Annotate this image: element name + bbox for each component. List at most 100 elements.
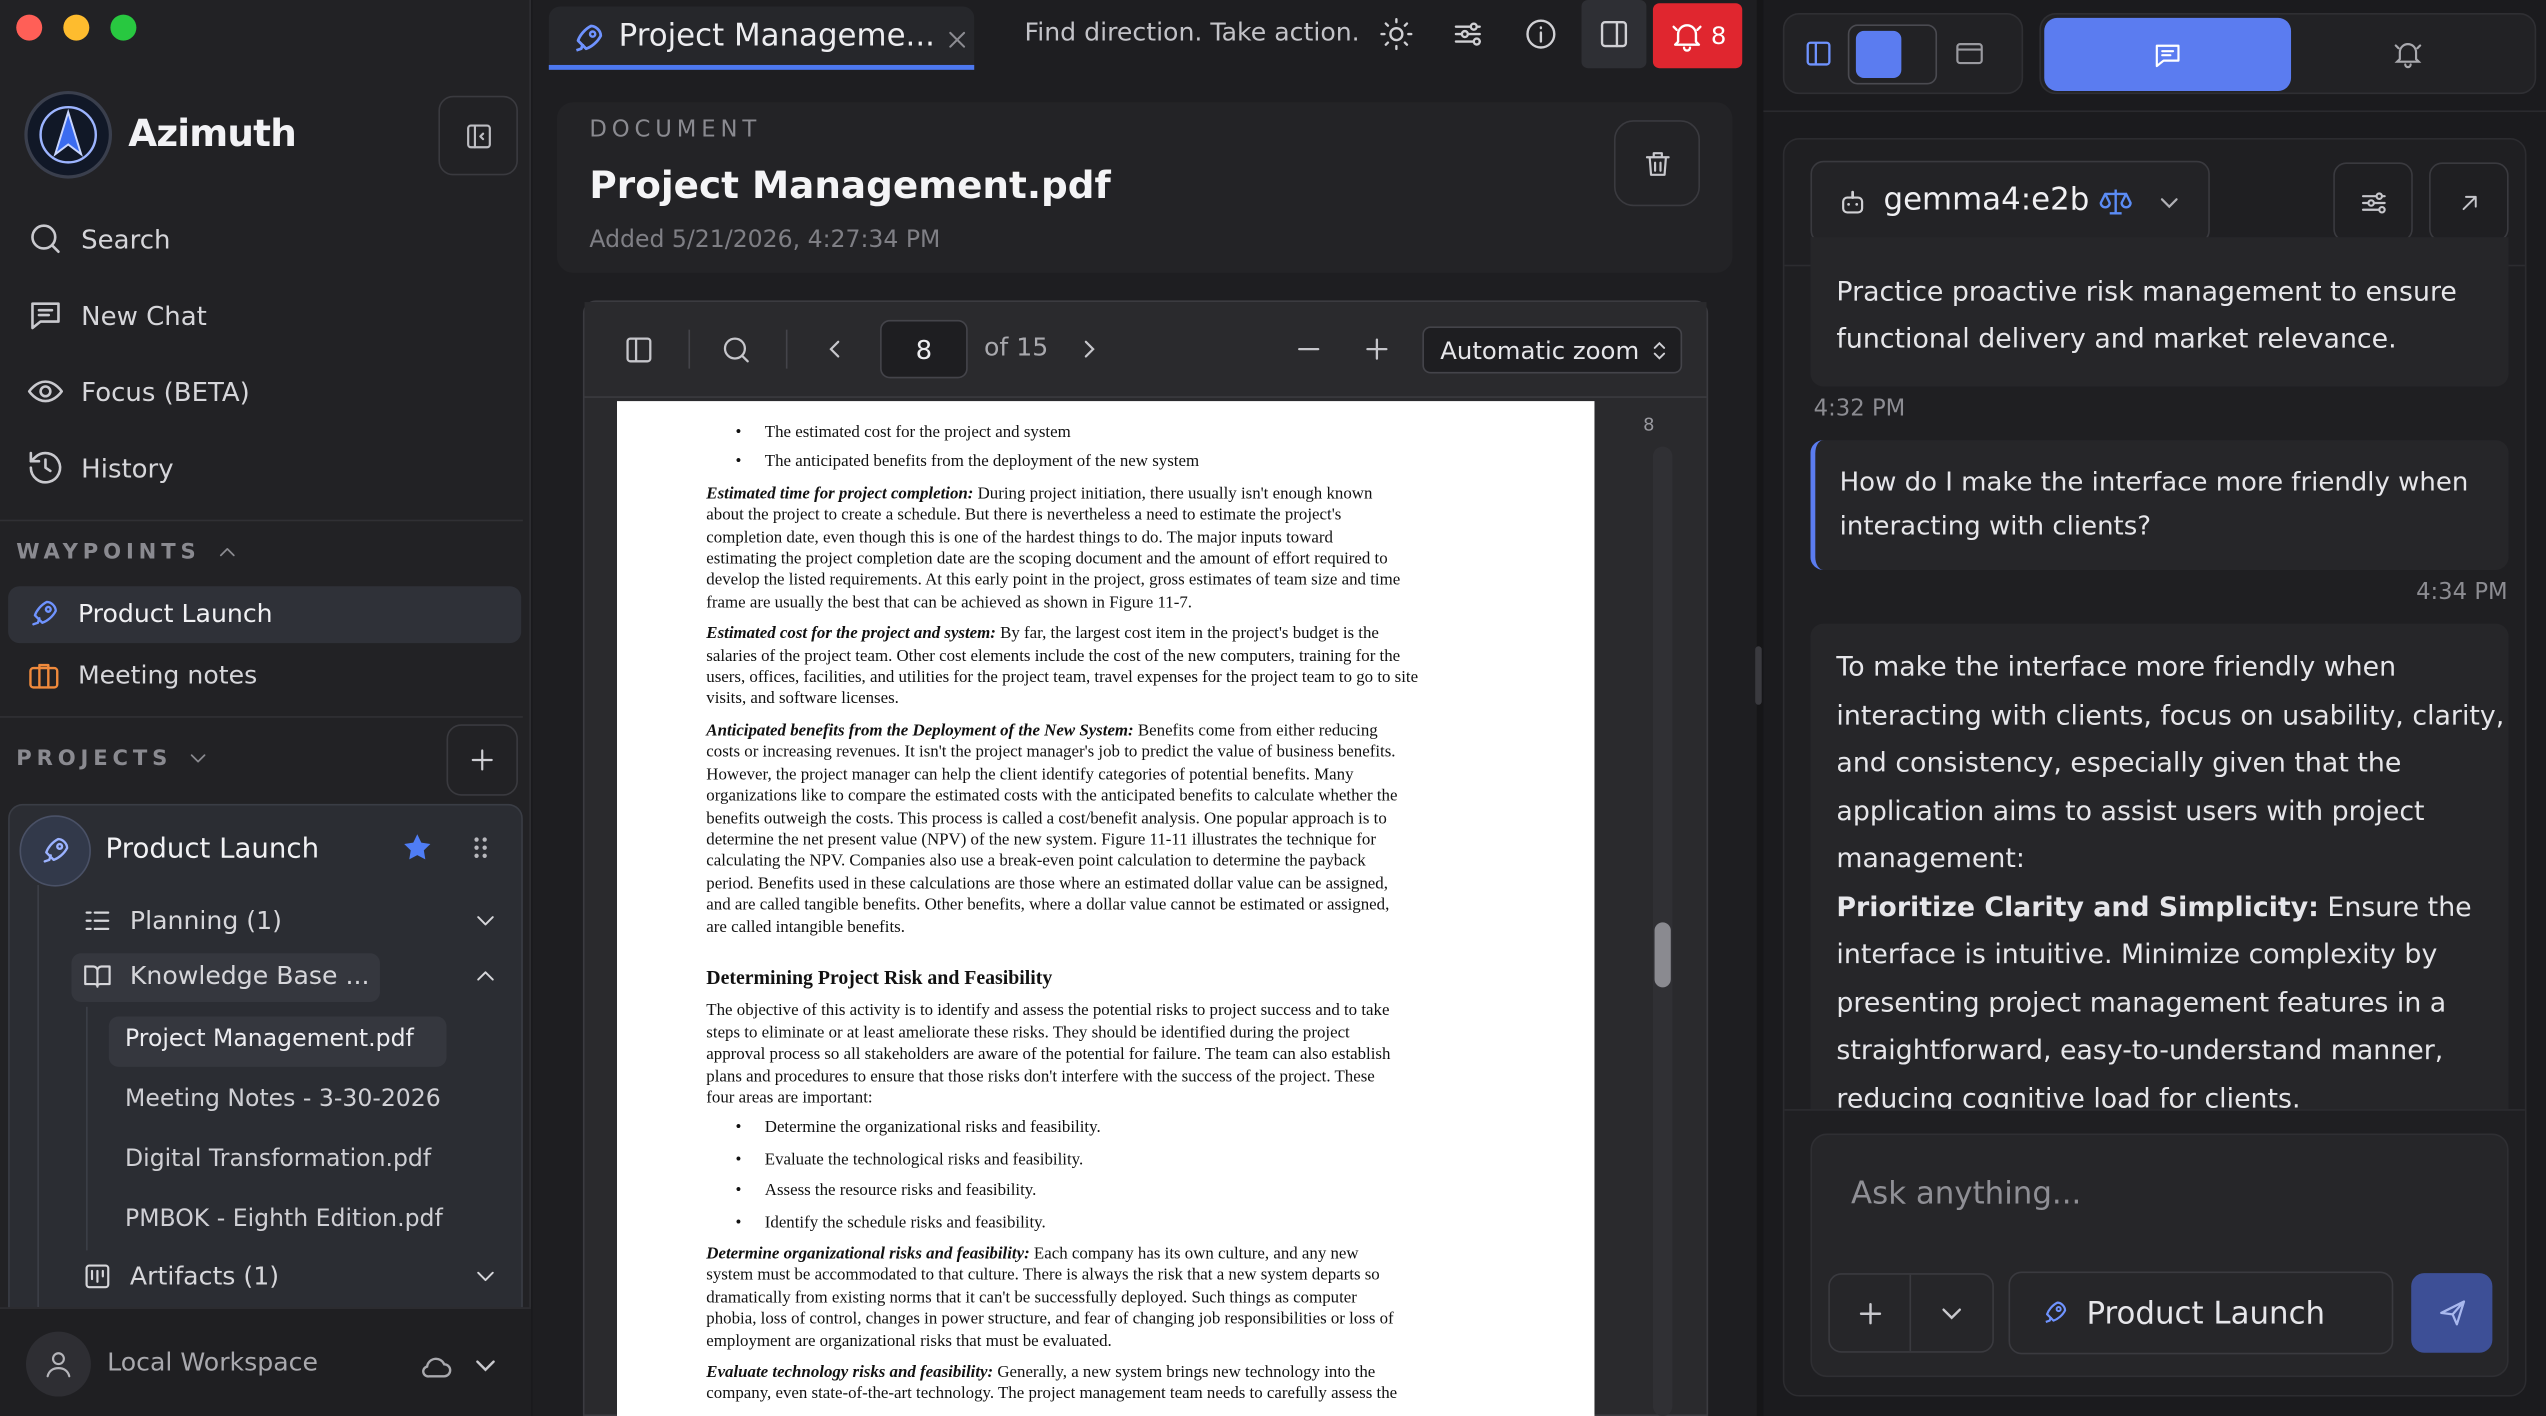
send-button[interactable] xyxy=(2411,1273,2493,1353)
context-selector[interactable]: Product Launch xyxy=(2008,1271,2394,1355)
pdf-line: costs or increasing revenues. It isn't t… xyxy=(706,744,1396,763)
file-item[interactable]: Project Management.pdf xyxy=(125,1026,414,1052)
cloud-icon[interactable] xyxy=(419,1349,455,1385)
maximize-window-button[interactable] xyxy=(110,14,137,41)
waypoints-header[interactable]: WAYPOINTS xyxy=(16,539,239,565)
pdf-line: visits, and software licenses. xyxy=(706,690,899,709)
waypoint-item-meeting-notes[interactable]: Meeting notes xyxy=(26,658,257,694)
toggle-panel-button[interactable] xyxy=(1581,0,1647,69)
document-title: Project Management.pdf xyxy=(589,165,1111,208)
nav-search[interactable]: Search xyxy=(26,219,170,258)
project-name[interactable]: Product Launch xyxy=(106,833,320,865)
star-icon[interactable] xyxy=(399,830,435,866)
chat-input[interactable]: Ask anything... xyxy=(1851,1176,2081,1212)
close-icon[interactable] xyxy=(943,26,971,54)
group-artifacts[interactable]: Artifacts (1) xyxy=(81,1260,500,1292)
chevron-up-icon[interactable] xyxy=(471,961,500,990)
projects-header[interactable]: PROJECTS xyxy=(16,745,211,771)
pdf-line: However, the project manager can help th… xyxy=(706,765,1354,784)
settings-sliders-button[interactable] xyxy=(1435,0,1500,68)
page-number-input[interactable]: 8 xyxy=(880,319,968,379)
add-project-button[interactable] xyxy=(446,724,518,796)
pdf-bullet: The anticipated benefits from the deploy… xyxy=(706,452,1594,474)
nav-history[interactable]: History xyxy=(26,448,174,487)
message-line: and consistency, especially given that t… xyxy=(1836,746,2402,778)
file-item[interactable]: Meeting Notes - 3-30-2026 xyxy=(125,1086,441,1112)
plus-icon[interactable] xyxy=(1854,1297,1886,1329)
nav-new-chat[interactable]: New Chat xyxy=(26,296,207,335)
search-icon xyxy=(31,224,60,254)
tagline: Find direction. Take action. xyxy=(1024,17,1360,48)
document-added: Added 5/21/2026, 4:27:34 PM xyxy=(589,227,941,254)
chat-settings-button[interactable] xyxy=(2333,162,2413,242)
bell-alert-icon[interactable] xyxy=(2392,37,2424,69)
chevron-down-icon[interactable] xyxy=(469,1349,501,1381)
nav-new-chat-label: New Chat xyxy=(81,299,207,331)
theme-toggle-button[interactable] xyxy=(1364,0,1429,68)
previous-page-icon[interactable] xyxy=(820,335,849,364)
send-icon xyxy=(2439,1300,2465,1326)
artifact-icon xyxy=(85,1264,110,1289)
minimize-window-button[interactable] xyxy=(63,14,90,41)
tab-title[interactable]: Project Manageme... xyxy=(619,18,935,54)
search-icon[interactable] xyxy=(719,333,753,367)
close-window-button[interactable] xyxy=(16,14,43,41)
pdf-line: and are called tangible benefits. Other … xyxy=(706,896,1390,915)
drag-handle-icon[interactable] xyxy=(464,831,496,863)
group-label: Artifacts (1) xyxy=(129,1261,280,1292)
panel-left-icon[interactable] xyxy=(1802,37,1834,69)
group-planning[interactable]: Planning (1) xyxy=(81,905,500,937)
scroll-thumb[interactable] xyxy=(1654,922,1671,988)
robot-icon xyxy=(1842,190,1864,214)
chevron-down-icon[interactable] xyxy=(1935,1297,1967,1329)
group-knowledge-base[interactable]: Knowledge Base ... xyxy=(81,960,500,992)
notifications-button[interactable]: 8 xyxy=(1652,3,1743,69)
window-icon[interactable] xyxy=(1953,37,1985,69)
file-item[interactable]: PMBOK - Eighth Edition.pdf xyxy=(125,1207,443,1233)
user-avatar[interactable] xyxy=(25,1331,91,1397)
nav-focus[interactable]: Focus (BETA) xyxy=(26,372,250,411)
sun-icon xyxy=(1380,18,1413,51)
arrow-up-right-icon xyxy=(2461,195,2476,210)
panel-right-icon xyxy=(1600,21,1628,48)
pdf-line: organizations like to compare the estima… xyxy=(706,787,1398,806)
zoom-out-icon[interactable] xyxy=(1292,333,1324,365)
thumbnails-toggle-icon[interactable] xyxy=(622,333,656,367)
pdf-paragraph: Evaluate technology risks and feasibilit… xyxy=(706,1363,1594,1385)
collapse-sidebar-button[interactable] xyxy=(438,95,518,176)
pdf-line: The objective of this activity is to ide… xyxy=(706,1002,1390,1021)
delete-document-button[interactable] xyxy=(1613,120,1701,207)
info-button[interactable] xyxy=(1508,0,1573,68)
pdf-run: During project initiation, there usually… xyxy=(973,485,1373,504)
waypoints-label: WAYPOINTS xyxy=(16,539,201,565)
briefcase-icon xyxy=(29,663,59,689)
zoom-in-icon[interactable] xyxy=(1361,333,1393,365)
waypoint-item-product-launch[interactable]: Product Launch xyxy=(26,596,273,632)
splitter-handle[interactable] xyxy=(1755,646,1762,705)
next-page-icon[interactable] xyxy=(1075,335,1104,364)
pdf-line: phobia, loss of control, changes in powe… xyxy=(706,1310,1394,1329)
history-icon xyxy=(29,451,62,484)
message-time: 4:34 PM xyxy=(2416,579,2508,606)
message-line: interface is intuitive. Minimize complex… xyxy=(1836,938,2438,970)
workspace-label[interactable]: Local Workspace xyxy=(107,1348,318,1377)
message-line: application aims to assist users with pr… xyxy=(1836,795,2425,827)
pdf-run-head: Determine organizational risks and feasi… xyxy=(706,1245,1030,1264)
projects-label: PROJECTS xyxy=(16,746,173,771)
open-external-button[interactable] xyxy=(2429,162,2509,242)
chevron-down-icon xyxy=(2160,198,2178,209)
chevron-down-icon[interactable] xyxy=(471,1262,500,1291)
pdf-line: company, even state-of-the-art technolog… xyxy=(706,1385,1398,1404)
pdf-run: By far, the largest cost item in the pro… xyxy=(995,625,1379,644)
file-item[interactable]: Digital Transformation.pdf xyxy=(125,1146,431,1172)
sliders-icon xyxy=(2361,191,2385,213)
chat-mode-button[interactable] xyxy=(2044,17,2292,91)
pdf-bullet: Assess the resource risks and feasibilit… xyxy=(706,1181,1594,1203)
pdf-line: system must be accommodated to that cult… xyxy=(706,1267,1380,1286)
pdf-bullet: Identify the schedule risks and feasibil… xyxy=(706,1212,1594,1234)
pdf-line: estimating the project completion date a… xyxy=(706,550,1388,569)
chevron-down-icon[interactable] xyxy=(471,906,500,935)
zoom-select[interactable]: Automatic zoom xyxy=(1422,326,1683,374)
chat-icon xyxy=(31,302,60,330)
chat-card: gemma4:e2b Practice proactive risk manag… xyxy=(1782,138,2527,1397)
